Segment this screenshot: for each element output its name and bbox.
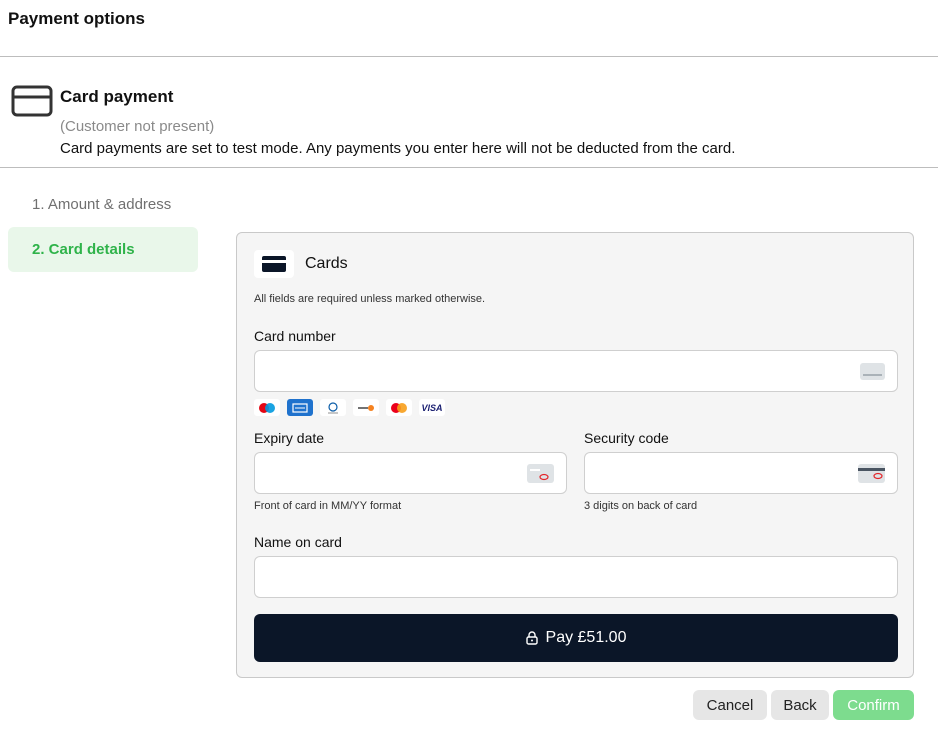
mastercard-icon (386, 399, 412, 416)
cancel-button[interactable]: Cancel (693, 690, 767, 720)
security-code-label: Security code (584, 430, 669, 446)
method-title: Card payment (60, 87, 174, 106)
cards-title: Cards (305, 255, 348, 272)
step-amount-address[interactable]: 1. Amount & address (8, 182, 198, 227)
page-header: Payment options (0, 0, 938, 57)
security-hint: 3 digits on back of card (584, 500, 698, 512)
pay-button[interactable]: Pay £51.00 (254, 614, 898, 662)
expiry-date-label: Expiry date (254, 430, 325, 446)
pay-label: Pay £51.00 (545, 629, 627, 646)
discover-icon (353, 399, 379, 416)
expiry-hint: Front of card in MM/YY format (254, 500, 402, 512)
expiry-date-input[interactable] (254, 452, 567, 494)
name-on-card-label: Name on card (254, 534, 342, 550)
card-number-label: Card number (254, 328, 336, 344)
card-back-icon (858, 464, 885, 483)
confirm-button[interactable]: Confirm (833, 690, 914, 720)
security-code-input[interactable] (584, 452, 898, 494)
card-icon (262, 256, 286, 272)
required-note: All fields are required unless marked ot… (254, 293, 486, 305)
test-mode-note: Card payments are set to test mode. Any … (60, 140, 736, 157)
page-title: Payment options (8, 9, 145, 28)
maestro-icon (254, 399, 280, 416)
card-details-panel: Cards All fields are required unless mar… (236, 232, 914, 678)
method-subtitle: (Customer not present) (60, 118, 215, 135)
back-button[interactable]: Back (771, 690, 829, 720)
amex-icon (287, 399, 313, 416)
visa-icon: VISA (419, 399, 445, 416)
payment-method-section: Card payment (Customer not present) Card… (0, 57, 938, 168)
step-card-details[interactable]: 2. Card details (8, 227, 198, 272)
card-brands: VISA (254, 399, 445, 416)
card-front-icon (527, 464, 554, 483)
card-number-input[interactable] (254, 350, 898, 392)
lock-icon (525, 631, 538, 645)
cards-chip (254, 250, 294, 278)
name-on-card-input[interactable] (254, 556, 898, 598)
credit-card-icon (11, 85, 53, 117)
visa-text: VISA (421, 402, 443, 413)
diners-club-icon (320, 399, 346, 416)
card-placeholder-icon (860, 363, 885, 380)
